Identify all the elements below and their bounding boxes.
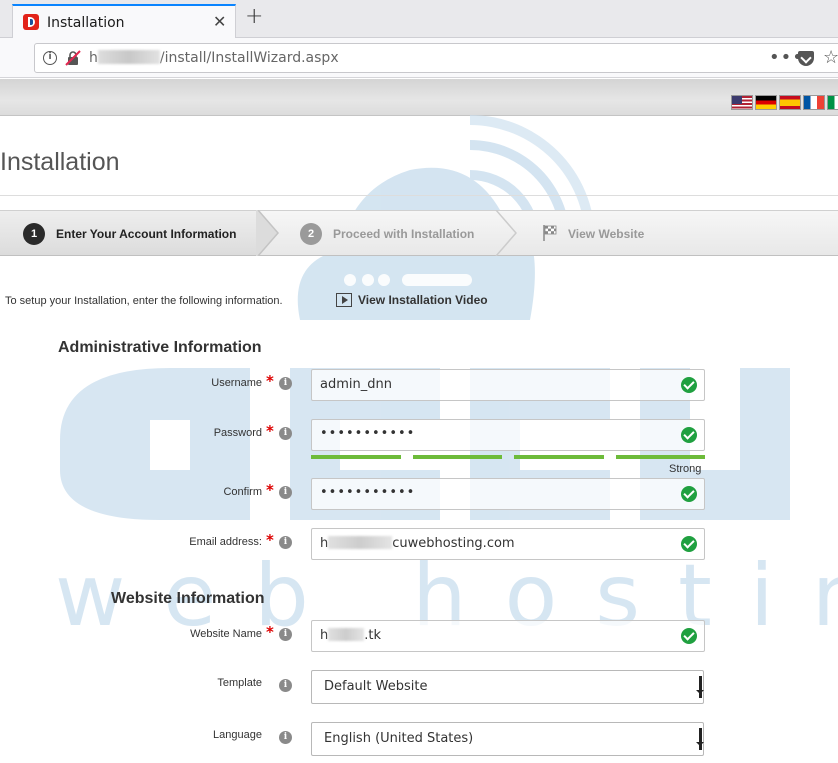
website-name-input[interactable]: h .tk xyxy=(311,620,705,652)
dnn-favicon-icon xyxy=(23,14,39,30)
help-icon[interactable]: i xyxy=(279,731,292,744)
help-icon[interactable]: i xyxy=(279,486,292,499)
valid-check-icon xyxy=(681,486,697,502)
help-icon[interactable]: i xyxy=(279,427,292,440)
step-1[interactable]: 1 Enter Your Account Information xyxy=(0,211,258,255)
language-label: Language xyxy=(213,729,262,741)
password-strength-segment xyxy=(311,455,401,459)
chevron-down-icon xyxy=(696,676,704,698)
italian-flag-icon[interactable] xyxy=(827,95,838,110)
view-video-link[interactable]: View Installation Video xyxy=(336,293,488,307)
step-number-badge: 1 xyxy=(23,223,45,245)
step-label: Enter Your Account Information xyxy=(56,227,237,241)
password-label: Password xyxy=(213,427,262,439)
password-strength-label: Strong xyxy=(669,463,702,475)
browser-tab-bar: Installation ✕ + xyxy=(0,0,838,38)
required-asterisk: * xyxy=(266,422,274,440)
browser-nav-bar: i h/install/InstallWizard.aspx ••• ☆ xyxy=(0,38,838,78)
valid-check-icon xyxy=(681,536,697,552)
confirm-label: Confirm xyxy=(223,486,262,498)
pocket-icon[interactable] xyxy=(798,51,814,66)
video-icon xyxy=(336,293,352,307)
page-title: Installation xyxy=(0,148,120,176)
german-flag-icon[interactable] xyxy=(755,95,777,110)
tab-title: Installation xyxy=(47,15,125,31)
help-icon[interactable]: i xyxy=(279,377,292,390)
step-chevron xyxy=(256,210,279,256)
divider xyxy=(0,195,838,196)
help-icon[interactable]: i xyxy=(279,628,292,641)
us-flag-icon[interactable] xyxy=(731,95,753,110)
password-input[interactable]: ••••••••••• xyxy=(311,419,705,451)
close-icon[interactable]: ✕ xyxy=(213,12,226,31)
username-input[interactable]: admin_dnn xyxy=(311,369,705,401)
spanish-flag-icon[interactable] xyxy=(779,95,801,110)
intro-text: To setup your Installation, enter the fo… xyxy=(5,295,283,307)
checkered-flag-icon xyxy=(543,225,557,241)
email-label: Email address: xyxy=(189,536,262,548)
help-icon[interactable]: i xyxy=(279,536,292,549)
admin-section-title: Administrative Information xyxy=(58,339,262,356)
step-label: Proceed with Installation xyxy=(333,227,475,241)
valid-check-icon xyxy=(681,377,697,393)
plus-icon[interactable]: + xyxy=(245,6,263,28)
bookmark-star-icon[interactable]: ☆ xyxy=(823,47,838,68)
required-asterisk: * xyxy=(266,481,274,499)
step-label: View Website xyxy=(568,227,645,241)
password-strength-segment xyxy=(616,455,705,459)
required-asterisk: * xyxy=(266,372,274,390)
valid-check-icon xyxy=(681,628,697,644)
help-icon[interactable]: i xyxy=(279,679,292,692)
template-label: Template xyxy=(217,677,262,689)
insecure-lock-icon[interactable] xyxy=(65,50,81,66)
website-section-title: Website Information xyxy=(111,590,265,607)
chevron-down-icon xyxy=(696,728,704,750)
username-label: Username xyxy=(211,377,262,389)
website-name-label: Website Name xyxy=(190,628,262,640)
email-input[interactable]: h cuwebhosting.com xyxy=(311,528,705,560)
wizard-steps: 1 Enter Your Account Information 2 Proce… xyxy=(0,210,838,256)
url-bar[interactable]: i h/install/InstallWizard.aspx ••• ☆ xyxy=(34,43,838,73)
required-asterisk: * xyxy=(266,531,274,549)
step-chevron xyxy=(495,210,517,256)
template-select[interactable]: Default Website xyxy=(311,670,704,704)
password-strength-segment xyxy=(514,455,604,459)
required-asterisk: * xyxy=(266,623,274,641)
language-select[interactable]: English (United States) xyxy=(311,722,704,756)
browser-tab[interactable]: Installation ✕ xyxy=(12,4,236,38)
confirm-password-input[interactable]: ••••••••••• xyxy=(311,478,705,510)
step-number-badge: 2 xyxy=(300,223,322,245)
url-text[interactable]: h/install/InstallWizard.aspx xyxy=(89,50,339,66)
password-strength-segment xyxy=(413,455,502,459)
french-flag-icon[interactable] xyxy=(803,95,825,110)
language-band xyxy=(0,79,838,116)
valid-check-icon xyxy=(681,427,697,443)
info-icon[interactable]: i xyxy=(43,51,57,65)
